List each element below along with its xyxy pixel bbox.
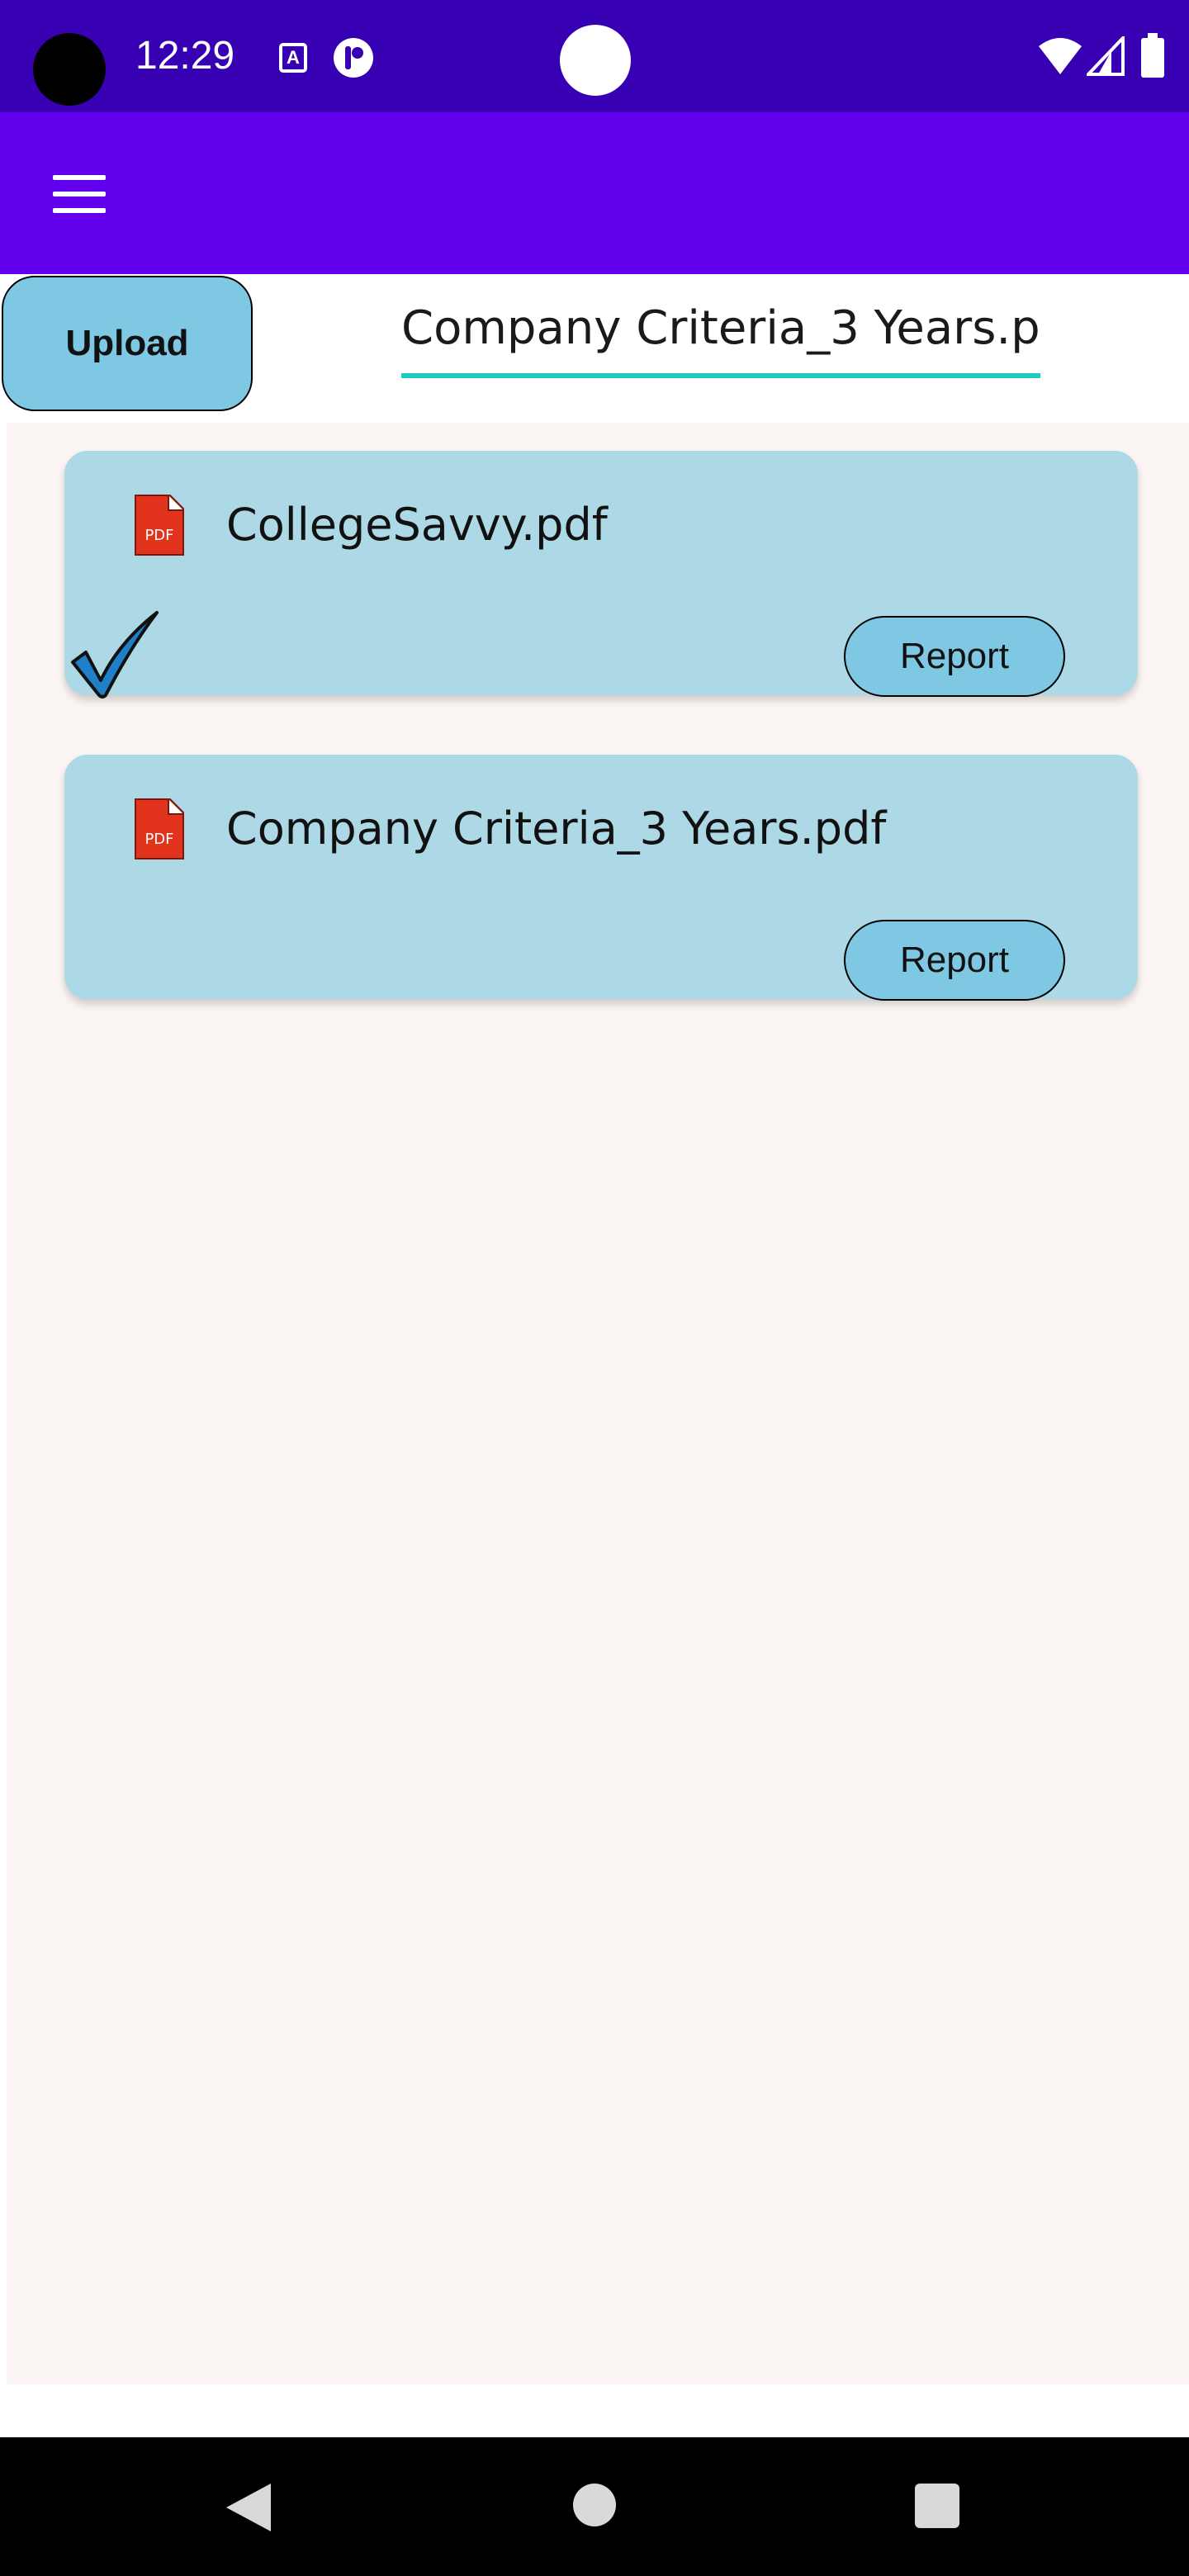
app-screen: 12:29 A Upload Company Criteria_3 Years.… (0, 0, 1189, 2576)
status-bar: 12:29 A (0, 0, 1189, 112)
home-icon[interactable] (573, 2484, 616, 2526)
recents-icon[interactable] (915, 2484, 959, 2528)
field-underline (401, 373, 1040, 378)
text-a-icon: A (279, 43, 307, 73)
file-name-label: Company Criteria_3 Years.pdf (226, 803, 887, 855)
hamburger-menu-icon[interactable] (46, 168, 116, 221)
navigation-bar (0, 2437, 1189, 2576)
selected-file-field[interactable]: Company Criteria_3 Years.p (401, 297, 1040, 360)
status-time: 12:29 (135, 34, 235, 78)
cell-signal-icon (1087, 36, 1125, 76)
upload-button[interactable]: Upload (2, 276, 253, 411)
pdf-icon: PDF (135, 495, 184, 556)
file-card[interactable]: PDF Company Criteria_3 Years.pdf Report (64, 755, 1138, 1001)
svg-text:PDF: PDF (144, 527, 173, 544)
status-center-dot (560, 25, 631, 96)
p-app-icon (334, 38, 373, 78)
report-button[interactable]: Report (844, 616, 1065, 697)
file-list: PDF CollegeSavvy.pdf Report PDF Company … (7, 423, 1189, 2384)
checkmark-icon (71, 611, 159, 698)
upload-row: Upload Company Criteria_3 Years.p (0, 274, 1189, 423)
svg-text:PDF: PDF (144, 831, 173, 848)
pdf-icon: PDF (135, 798, 184, 859)
back-icon[interactable] (223, 2480, 274, 2535)
camera-cutout (33, 33, 106, 106)
report-button[interactable]: Report (844, 920, 1065, 1001)
file-name-label: CollegeSavvy.pdf (226, 499, 608, 551)
battery-icon (1141, 33, 1164, 78)
wifi-icon (1039, 38, 1082, 74)
app-bar (0, 112, 1189, 274)
file-card[interactable]: PDF CollegeSavvy.pdf Report (64, 451, 1138, 698)
